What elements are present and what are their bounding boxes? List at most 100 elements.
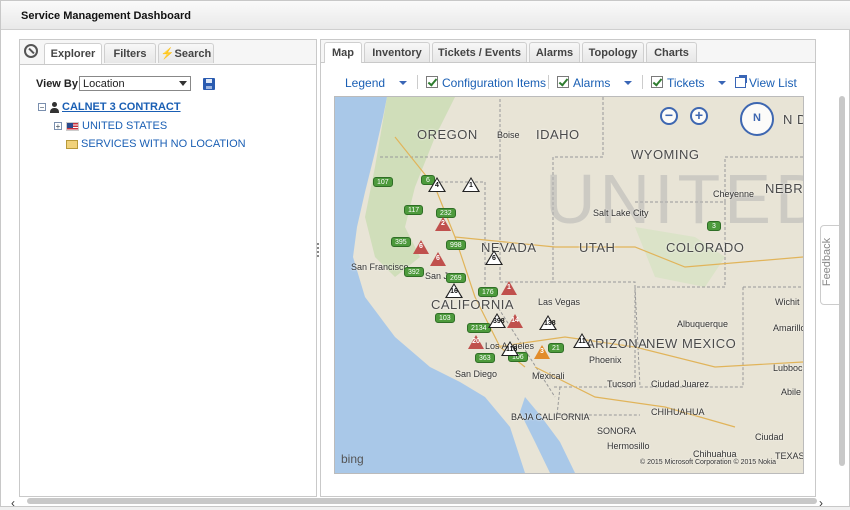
map-marker[interactable]: 363 (475, 353, 495, 363)
legend-button[interactable]: Legend (345, 76, 385, 90)
alarm-marker[interactable]: 6 (430, 252, 446, 266)
city-label: Amarillo (773, 323, 804, 333)
map-panel: Map Inventory Tickets / Events Alarms To… (320, 39, 816, 497)
bing-logo: bing (341, 452, 364, 466)
ticket-marker[interactable]: 118 (501, 341, 519, 356)
ticket-count: 11 (578, 338, 586, 345)
ticket-marker[interactable]: 1 (462, 177, 480, 192)
city-label: Salt Lake City (593, 208, 649, 218)
ticket-marker[interactable]: 138 (539, 315, 557, 330)
zoom-in-button[interactable]: + (690, 107, 708, 125)
tab-search[interactable]: ⚡Search (158, 43, 214, 63)
tab-explorer[interactable]: Explorer (44, 43, 102, 64)
title-bar: Service Management Dashboard (1, 1, 850, 30)
city-label: Cheyenne (713, 189, 755, 199)
city-label: San Francisco (351, 262, 409, 272)
legend-dropdown-icon[interactable] (399, 81, 407, 85)
ticket-count: 1 (469, 182, 473, 189)
user-icon (50, 101, 59, 113)
city-label: Ciudad (755, 432, 784, 442)
city-label: CHIHUAHUA (651, 407, 705, 417)
collapse-icon[interactable]: − (38, 103, 46, 112)
view-by-select[interactable]: Location (79, 76, 191, 91)
scroll-thumb[interactable] (27, 498, 817, 504)
scroll-left-icon[interactable]: ‹ (11, 496, 15, 510)
tree-item-label[interactable]: SERVICES WITH NO LOCATION (81, 138, 246, 150)
alarms-dropdown-icon[interactable] (624, 81, 632, 85)
map-marker[interactable]: 117 (404, 205, 424, 215)
city-label: Albuquerque (677, 319, 729, 329)
expand-icon[interactable]: + (54, 122, 62, 131)
city-label: BAJA CALIFORNIA (511, 412, 590, 422)
compass-north: N (753, 112, 761, 124)
tree-item-label[interactable]: UNITED STATES (82, 120, 167, 132)
map-marker[interactable]: 176 (478, 287, 498, 297)
map-marker[interactable]: 107 (373, 177, 393, 187)
compass-control[interactable]: N (740, 102, 774, 136)
tab-inventory[interactable]: Inventory (364, 42, 430, 62)
city-label: San Diego (455, 369, 498, 379)
state-label: OREGON (417, 127, 478, 142)
map-marker[interactable]: 269 (446, 273, 466, 283)
save-icon[interactable] (203, 78, 215, 90)
city-label: Tucson (607, 379, 637, 389)
alarm-marker[interactable]: 2 (435, 217, 451, 231)
tab-charts[interactable]: Charts (646, 42, 697, 62)
ticket-marker[interactable]: 16 (445, 283, 463, 298)
alarm-count: 6 (419, 243, 423, 250)
tree-root[interactable]: − CALNET 3 CONTRACT (38, 101, 181, 113)
ticket-count: 16 (450, 288, 458, 295)
alarm-marker[interactable]: 20 (468, 335, 484, 349)
ticket-count: 4 (435, 182, 439, 189)
alarm-marker[interactable]: 6 (413, 240, 429, 254)
config-items-label[interactable]: Configuration Items (442, 76, 546, 90)
tab-tickets-events[interactable]: Tickets / Events (432, 42, 527, 62)
zoom-out-button[interactable]: − (660, 107, 678, 125)
tree-root-label[interactable]: CALNET 3 CONTRACT (62, 101, 181, 113)
map-canvas[interactable]: UNITED OREGON IDAHO WYOMING NEVADA UTAH … (334, 96, 804, 474)
alarms-label[interactable]: Alarms (573, 76, 610, 90)
tree-item-no-location[interactable]: SERVICES WITH NO LOCATION (66, 138, 246, 150)
map-marker[interactable]: 392 (404, 267, 424, 277)
tickets-checkbox[interactable] (651, 76, 663, 88)
state-label: UTAH (579, 240, 616, 255)
tickets-label[interactable]: Tickets (667, 76, 705, 90)
ticket-marker[interactable]: 6 (485, 250, 503, 265)
vertical-scrollbar[interactable] (837, 91, 847, 491)
map-marker[interactable]: 998 (446, 240, 466, 250)
map-toolbar: Legend Configuration Items Alarms Ticket… (321, 70, 815, 94)
state-label: ARIZONA (586, 336, 648, 351)
map-marker[interactable]: 395 (391, 237, 411, 247)
envelope-icon (66, 139, 78, 149)
external-link-icon[interactable] (735, 75, 747, 88)
alarm-marker[interactable]: 3 (534, 345, 550, 359)
scroll-right-icon[interactable]: › (819, 496, 823, 510)
tab-topology[interactable]: Topology (582, 42, 644, 62)
map-marker[interactable]: 21 (548, 343, 564, 353)
map-copyright: © 2015 Microsoft Corporation © 2015 Noki… (640, 459, 776, 466)
ticket-marker[interactable]: 4 (428, 177, 446, 192)
tab-map[interactable]: Map (324, 42, 362, 63)
scroll-thumb[interactable] (839, 96, 845, 466)
map-watermark: UNITED (545, 160, 804, 238)
alarms-checkbox[interactable] (557, 76, 569, 88)
map-marker[interactable]: 103 (435, 313, 455, 323)
alarm-marker[interactable]: 1 (501, 281, 517, 295)
right-tab-bar: Map Inventory Tickets / Events Alarms To… (321, 40, 815, 63)
alarm-count: 6 (436, 255, 440, 262)
horizontal-scrollbar[interactable]: ‹ › (11, 496, 841, 510)
map-marker[interactable]: 3 (707, 221, 721, 231)
alarm-count: 2 (441, 220, 445, 227)
view-list-link[interactable]: View List (749, 76, 797, 90)
config-items-checkbox[interactable] (426, 76, 438, 88)
alarm-marker[interactable]: 14 (507, 314, 523, 328)
tab-filters[interactable]: Filters (104, 43, 156, 63)
tab-alarms[interactable]: Alarms (529, 42, 580, 62)
no-entry-icon[interactable] (24, 44, 38, 58)
tree-item-united-states[interactable]: + UNITED STATES (54, 120, 167, 132)
tickets-dropdown-icon[interactable] (718, 81, 726, 85)
ticket-marker[interactable]: 398 (488, 313, 506, 328)
ticket-marker[interactable]: 11 (573, 333, 591, 348)
ticket-count: 138 (544, 320, 556, 327)
alarm-count: 20 (472, 338, 480, 345)
